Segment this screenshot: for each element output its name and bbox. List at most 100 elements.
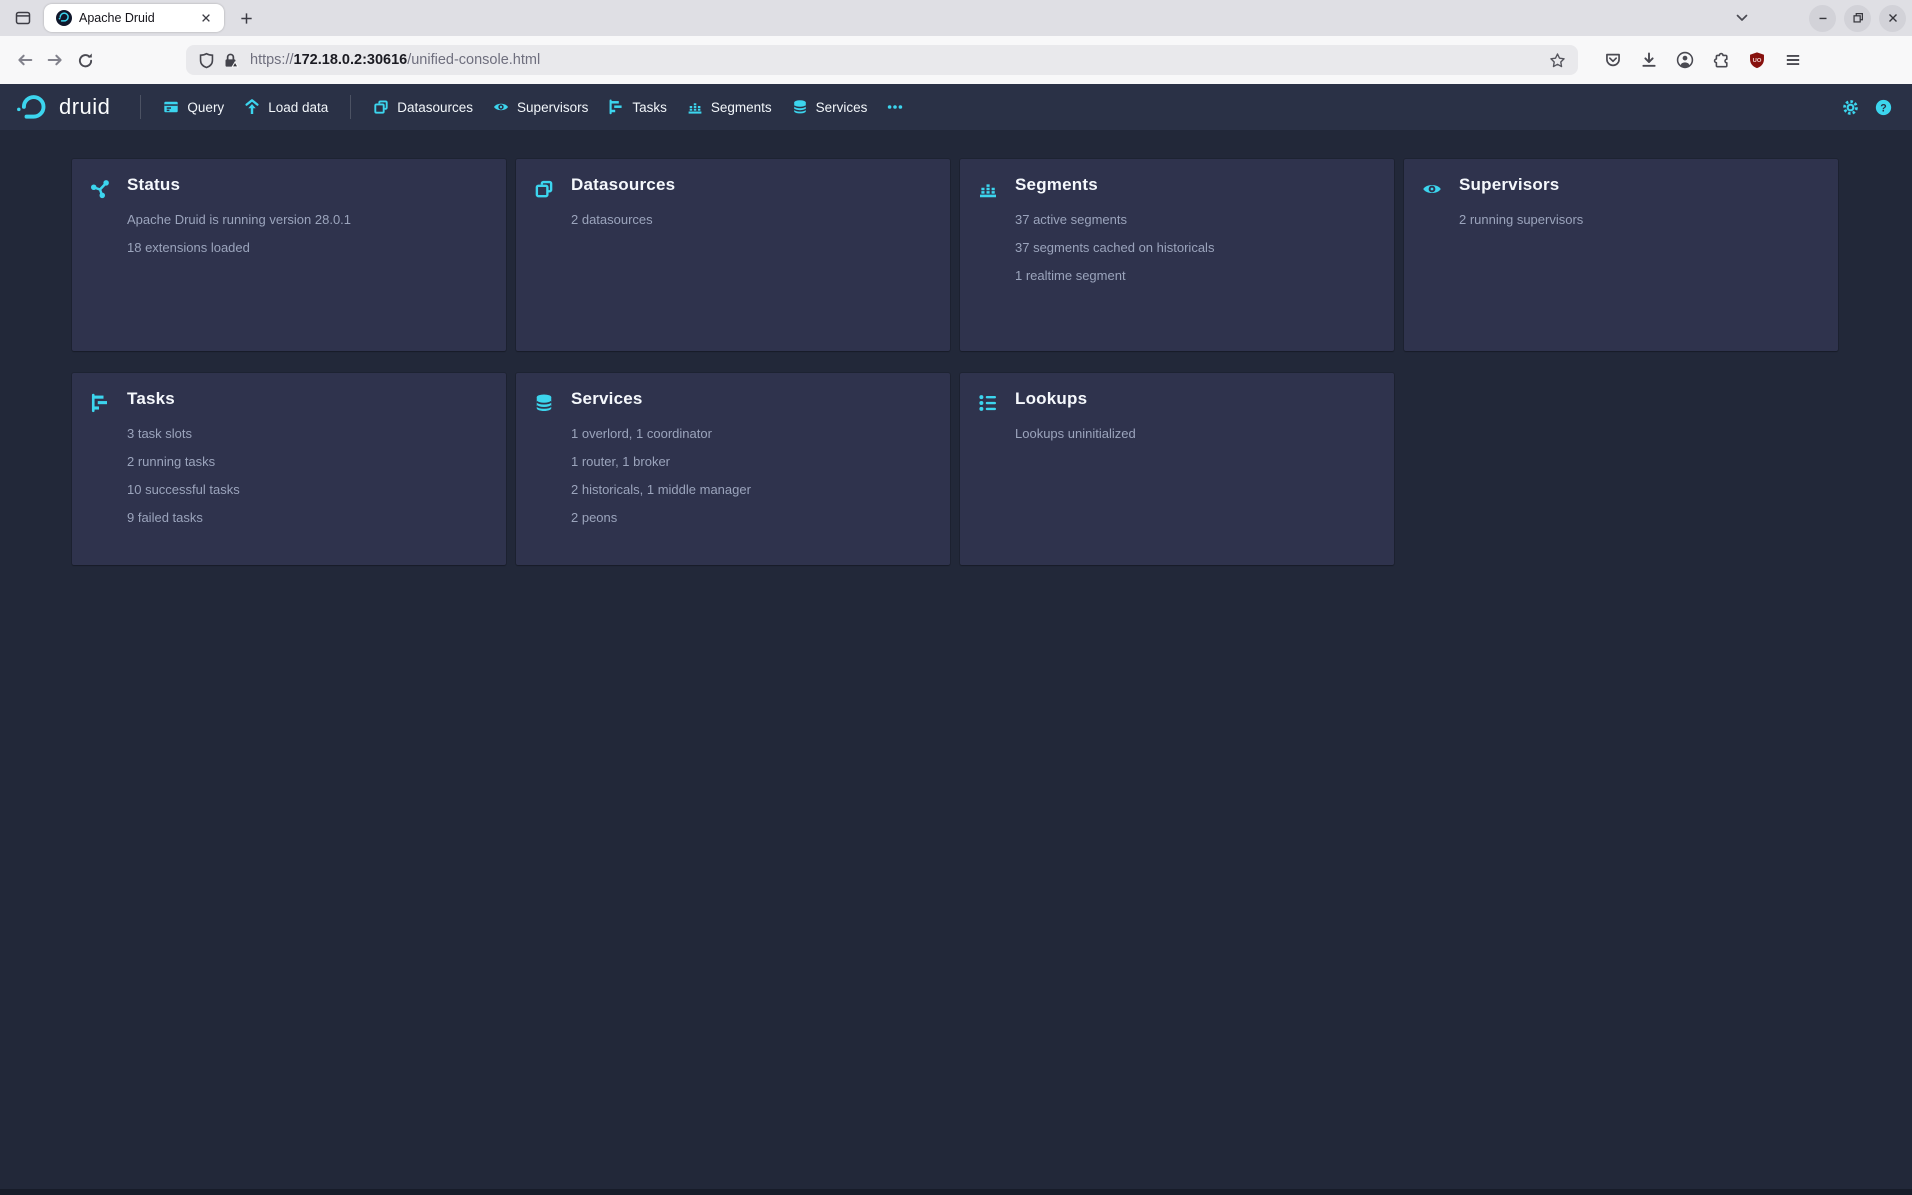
- nav-item-more[interactable]: [877, 93, 913, 121]
- card-segments[interactable]: Segments 37 active segments37 segments ca…: [960, 159, 1394, 351]
- card-lookups[interactable]: Lookups Lookups uninitialized: [960, 373, 1394, 565]
- nav-item-query[interactable]: Query: [153, 93, 234, 121]
- nav-item-services[interactable]: Services: [782, 93, 878, 121]
- upload-icon: [244, 99, 260, 115]
- nav-item-label: Services: [816, 100, 868, 115]
- account-icon[interactable]: [1674, 49, 1696, 71]
- nav-item-label: Segments: [711, 100, 772, 115]
- card-title: Lookups: [1015, 387, 1376, 411]
- url-text: https://172.18.0.2:30616/unified-console…: [250, 52, 1546, 68]
- card-lines: Lookups uninitialized: [1015, 420, 1376, 448]
- card-line: 9 failed tasks: [127, 504, 488, 532]
- card-line: 37 active segments: [1015, 206, 1376, 234]
- card-title: Datasources: [571, 173, 932, 197]
- card-title: Supervisors: [1459, 173, 1820, 197]
- gantt-icon: [90, 393, 110, 413]
- bottom-strip: [0, 1189, 1912, 1195]
- database-icon: [792, 99, 808, 115]
- window-close-icon[interactable]: [1879, 5, 1906, 32]
- druid-logo-icon: [14, 93, 51, 121]
- card-lines: 3 task slots2 running tasks10 successful…: [127, 420, 488, 532]
- more-icon: [887, 99, 903, 115]
- navbar-items: Query Load data Datasources Supervisors Task…: [153, 93, 913, 121]
- nav-item-label: Tasks: [632, 100, 667, 115]
- card-line: 37 segments cached on historicals: [1015, 234, 1376, 262]
- nav-item-tasks[interactable]: Tasks: [598, 93, 677, 121]
- card-title: Status: [127, 173, 488, 197]
- nav-item-label: Supervisors: [517, 100, 588, 115]
- url-host: 172.18.0.2:30616: [294, 52, 408, 68]
- restore-icon[interactable]: [1844, 5, 1871, 32]
- card-line: 18 extensions loaded: [127, 234, 488, 262]
- minimize-icon[interactable]: [1809, 5, 1836, 32]
- card-line: 2 running supervisors: [1459, 206, 1820, 234]
- card-datasources[interactable]: Datasources 2 datasources: [516, 159, 950, 351]
- graph-icon: [90, 179, 110, 199]
- back-icon[interactable]: [10, 45, 40, 75]
- url-path: /unified-console.html: [407, 52, 540, 68]
- card-lines: 2 datasources: [571, 206, 932, 234]
- card-services[interactable]: Services 1 overlord, 1 coordinator1 route…: [516, 373, 950, 565]
- navbar-divider: [140, 95, 141, 119]
- nav-item-label: Datasources: [397, 100, 473, 115]
- card-line: Apache Druid is running version 28.0.1: [127, 206, 488, 234]
- browser-tab-strip: Apache Druid: [0, 0, 1912, 36]
- url-prefix: https://: [250, 52, 294, 68]
- svg-text:UO: UO: [1753, 58, 1762, 64]
- multi-panel-icon: [534, 179, 554, 199]
- card-line: Lookups uninitialized: [1015, 420, 1376, 448]
- card-supervisors[interactable]: Supervisors 2 running supervisors: [1404, 159, 1838, 351]
- nav-item-datasources[interactable]: Datasources: [363, 93, 483, 121]
- brand-text: druid: [59, 94, 110, 120]
- multi-panel-icon: [373, 99, 389, 115]
- shield-icon[interactable]: [196, 50, 216, 70]
- browser-tab[interactable]: Apache Druid: [44, 4, 224, 32]
- lock-warning-icon[interactable]: [220, 50, 240, 70]
- download-icon[interactable]: [1638, 49, 1660, 71]
- home-view: Status Apache Druid is running version 28…: [0, 130, 1912, 565]
- settings-gear-icon[interactable]: [1842, 99, 1859, 116]
- svg-text:?: ?: [1880, 102, 1886, 114]
- help-icon[interactable]: ?: [1875, 99, 1892, 116]
- browser-toolbar: https://172.18.0.2:30616/unified-console…: [0, 36, 1912, 84]
- menu-icon[interactable]: [1782, 49, 1804, 71]
- card-line: 3 task slots: [127, 420, 488, 448]
- eye-icon: [493, 99, 509, 115]
- card-line: 2 peons: [571, 504, 932, 532]
- tab-close-icon[interactable]: [196, 8, 216, 28]
- card-status[interactable]: Status Apache Druid is running version 28…: [72, 159, 506, 351]
- nav-item-label: Query: [187, 100, 224, 115]
- extensions-icon[interactable]: [1710, 49, 1732, 71]
- ublock-icon[interactable]: UO: [1746, 49, 1768, 71]
- druid-logo[interactable]: druid: [14, 93, 110, 121]
- card-line: 2 datasources: [571, 206, 932, 234]
- bar-chart-icon: [687, 99, 703, 115]
- card-lines: 1 overlord, 1 coordinator1 router, 1 bro…: [571, 420, 932, 532]
- nav-item-label: Load data: [268, 100, 328, 115]
- card-title: Segments: [1015, 173, 1376, 197]
- card-line: 10 successful tasks: [127, 476, 488, 504]
- application-icon: [163, 99, 179, 115]
- druid-favicon: [56, 10, 72, 26]
- card-tasks[interactable]: Tasks3 task slots2 running tasks10 succe…: [72, 373, 506, 565]
- tab-list-chevron-icon[interactable]: [1729, 5, 1755, 31]
- gantt-icon: [608, 99, 624, 115]
- bar-chart-icon: [978, 179, 998, 199]
- firefox-view-icon[interactable]: [8, 4, 38, 32]
- card-title: Services: [571, 387, 932, 411]
- nav-item-supervisors[interactable]: Supervisors: [483, 93, 598, 121]
- nav-item-segments[interactable]: Segments: [677, 93, 782, 121]
- card-lines: 37 active segments37 segments cached on …: [1015, 206, 1376, 290]
- forward-icon[interactable]: [40, 45, 70, 75]
- card-lines: Apache Druid is running version 28.0.118…: [127, 206, 488, 262]
- navbar-divider: [350, 95, 351, 119]
- pocket-icon[interactable]: [1602, 49, 1624, 71]
- tab-title: Apache Druid: [79, 11, 196, 25]
- new-tab-icon[interactable]: [232, 4, 260, 32]
- star-icon[interactable]: [1546, 49, 1568, 71]
- reload-icon[interactable]: [70, 45, 100, 75]
- cards-grid: Status Apache Druid is running version 28…: [72, 159, 1912, 565]
- url-bar[interactable]: https://172.18.0.2:30616/unified-console…: [186, 45, 1578, 75]
- nav-item-load-data[interactable]: Load data: [234, 93, 338, 121]
- card-lines: 2 running supervisors: [1459, 206, 1820, 234]
